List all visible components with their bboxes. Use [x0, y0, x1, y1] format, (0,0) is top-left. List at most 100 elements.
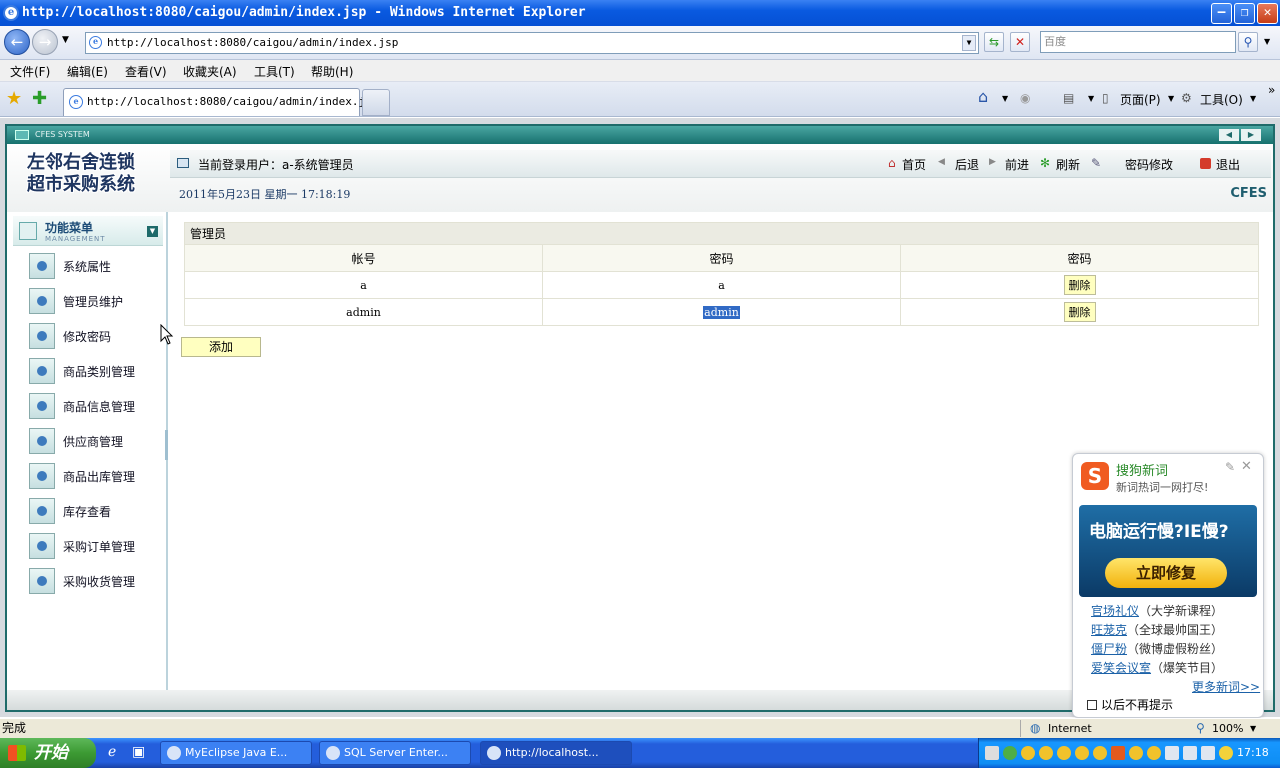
quicklaunch-ie-icon[interactable]: ℯ [108, 744, 116, 760]
hot-word-desc: （大学新课程） [1139, 604, 1224, 618]
hot-word-link[interactable]: 旺茏克 [1091, 623, 1127, 637]
menu-help[interactable]: 帮助(H) [311, 63, 353, 80]
hot-word-link[interactable]: 爱笑会议室 [1091, 661, 1151, 675]
sidebar-item-admin-maintenance[interactable]: 管理员维护 [29, 288, 159, 314]
print-icon[interactable]: ▤ [1063, 91, 1074, 105]
search-icon[interactable]: ⚲ [1238, 32, 1258, 52]
password-link-icon: ✎ [1091, 156, 1102, 170]
zoom-level[interactable]: 100% [1212, 719, 1243, 738]
brand-label: CFES [1230, 186, 1267, 201]
hot-word-link[interactable]: 僵尸粉 [1091, 642, 1127, 656]
sidebar-item-supplier[interactable]: 供应商管理 [29, 428, 159, 454]
home-link[interactable]: 首页 [902, 156, 926, 173]
menu-bar: 文件(F) 编辑(E) 查看(V) 收藏夹(A) 工具(T) 帮助(H) [0, 60, 1280, 82]
hot-word-link[interactable]: 官场礼仪 [1091, 604, 1139, 618]
logo-line-1: 左邻右舍连锁 [27, 152, 135, 173]
sidebar: 功能菜单 MANAGEMENT ▼ 系统属性 管理员维护 修改密码 商品类别管理… [7, 212, 168, 690]
task-sqlserver[interactable]: SQL Server Enter... [319, 741, 471, 765]
quicklaunch-desktop-icon[interactable]: ▣ [132, 744, 145, 760]
change-password-link[interactable]: 密码修改 [1125, 156, 1173, 173]
qq-icon[interactable] [1039, 746, 1053, 760]
search-input[interactable]: 百度 [1040, 31, 1236, 53]
tools-dropdown-icon[interactable]: ▼ [1250, 94, 1256, 103]
favorites-star-icon[interactable]: ★ [6, 88, 22, 109]
network-icon[interactable] [1183, 746, 1197, 760]
sidebar-item-outbound[interactable]: 商品出库管理 [29, 463, 159, 489]
network-icon[interactable] [1165, 746, 1179, 760]
no-remind-checkbox[interactable] [1087, 700, 1097, 710]
browser-tab[interactable]: e http://localhost:8080/caigou/admin/ind… [63, 88, 378, 116]
sidebar-item-product-info[interactable]: 商品信息管理 [29, 393, 159, 419]
tray-app-icon[interactable] [1219, 746, 1233, 760]
sidebar-item-inventory[interactable]: 库存查看 [29, 498, 159, 524]
keyboard-icon[interactable] [985, 746, 999, 760]
sidebar-item-receiving[interactable]: 采购收货管理 [29, 568, 159, 594]
logout-link[interactable]: 退出 [1216, 156, 1240, 173]
zoom-dropdown-icon[interactable]: ▼ [1250, 719, 1256, 738]
zoom-icon: ⚲ [1196, 721, 1205, 735]
qq-icon[interactable] [1129, 746, 1143, 760]
menu-file[interactable]: 文件(F) [10, 63, 50, 80]
delete-button[interactable]: 删除 [1063, 302, 1096, 322]
menu-tools[interactable]: 工具(T) [254, 63, 295, 80]
scroll-right-icon[interactable]: ▶ [1241, 129, 1261, 141]
forward-link[interactable]: 前进 [1005, 156, 1029, 173]
sidebar-item-category[interactable]: 商品类别管理 [29, 358, 159, 384]
sidebar-item-label: 供应商管理 [63, 435, 124, 449]
sidebar-header: 功能菜单 MANAGEMENT ▼ [13, 216, 163, 246]
settings-icon[interactable]: ✎ [1225, 460, 1235, 474]
scroll-left-icon[interactable]: ◀ [1219, 129, 1239, 141]
home-dropdown-icon[interactable]: ▼ [1002, 94, 1008, 103]
tray-app-icon[interactable] [1201, 746, 1215, 760]
home-icon[interactable]: ⌂ [978, 87, 988, 106]
feeds-icon[interactable]: ◉ [1020, 91, 1030, 105]
menu-item-icon [29, 498, 55, 524]
sidebar-item-purchase-order[interactable]: 采购订单管理 [29, 533, 159, 559]
qq-icon[interactable] [1057, 746, 1071, 760]
qq-icon[interactable] [1093, 746, 1107, 760]
fix-now-button[interactable]: 立即修复 [1105, 558, 1227, 588]
history-dropdown-icon[interactable]: ▼ [62, 35, 69, 45]
popup-banner[interactable]: 电脑运行慢?IE慢? 立即修复 [1079, 505, 1257, 597]
popup-close-icon[interactable]: ✕ [1241, 459, 1252, 474]
qq-icon[interactable] [1021, 746, 1035, 760]
menu-edit[interactable]: 编辑(E) [67, 63, 108, 80]
start-button[interactable]: 开始 [0, 738, 96, 768]
add-button[interactable]: 添加 [181, 337, 261, 357]
sidebar-item-system-properties[interactable]: 系统属性 [29, 253, 159, 279]
stop-icon[interactable]: ✕ [1010, 32, 1030, 52]
forward-button[interactable]: → [32, 29, 58, 55]
print-dropdown-icon[interactable]: ▼ [1088, 94, 1094, 103]
column-header-action: 密码 [900, 244, 1259, 272]
close-button[interactable]: ✕ [1257, 3, 1278, 24]
new-tab-button[interactable] [362, 89, 390, 116]
menu-favorites[interactable]: 收藏夹(A) [183, 63, 237, 80]
sogou-logo-icon: S [1081, 462, 1109, 490]
tray-app-icon[interactable] [1003, 746, 1017, 760]
refresh-icon[interactable]: ⇆ [984, 32, 1004, 52]
more-words-link[interactable]: 更多新词>> [1192, 678, 1260, 695]
toolbar-overflow-icon[interactable]: » [1268, 83, 1275, 97]
address-dropdown-icon[interactable]: ▼ [962, 35, 976, 51]
qq-icon[interactable] [1075, 746, 1089, 760]
minimize-button[interactable]: – [1211, 3, 1232, 24]
page-dropdown-icon[interactable]: ▼ [1168, 94, 1174, 103]
sogou-tray-icon[interactable] [1111, 746, 1125, 760]
address-bar[interactable]: e http://localhost:8080/caigou/admin/ind… [85, 32, 979, 54]
menu-view[interactable]: 查看(V) [125, 63, 167, 80]
task-ie[interactable]: http://localhost... [480, 741, 632, 765]
tools-menu[interactable]: 工具(O) [1200, 91, 1243, 108]
sidebar-splitter[interactable] [165, 430, 168, 460]
add-favorite-icon[interactable]: ✚ [32, 88, 47, 109]
refresh-link[interactable]: 刷新 [1056, 156, 1080, 173]
collapse-icon[interactable]: ▼ [147, 226, 158, 237]
back-button[interactable]: ← [4, 29, 30, 55]
maximize-button[interactable]: ❐ [1234, 3, 1255, 24]
delete-button[interactable]: 删除 [1063, 275, 1096, 295]
task-myeclipse[interactable]: MyEclipse Java E... [160, 741, 312, 765]
qq-icon[interactable] [1147, 746, 1161, 760]
search-dropdown-icon[interactable]: ▼ [1264, 37, 1270, 46]
page-menu[interactable]: 页面(P) [1120, 91, 1161, 108]
back-link[interactable]: 后退 [955, 156, 979, 173]
sidebar-item-change-password[interactable]: 修改密码 [29, 323, 159, 349]
